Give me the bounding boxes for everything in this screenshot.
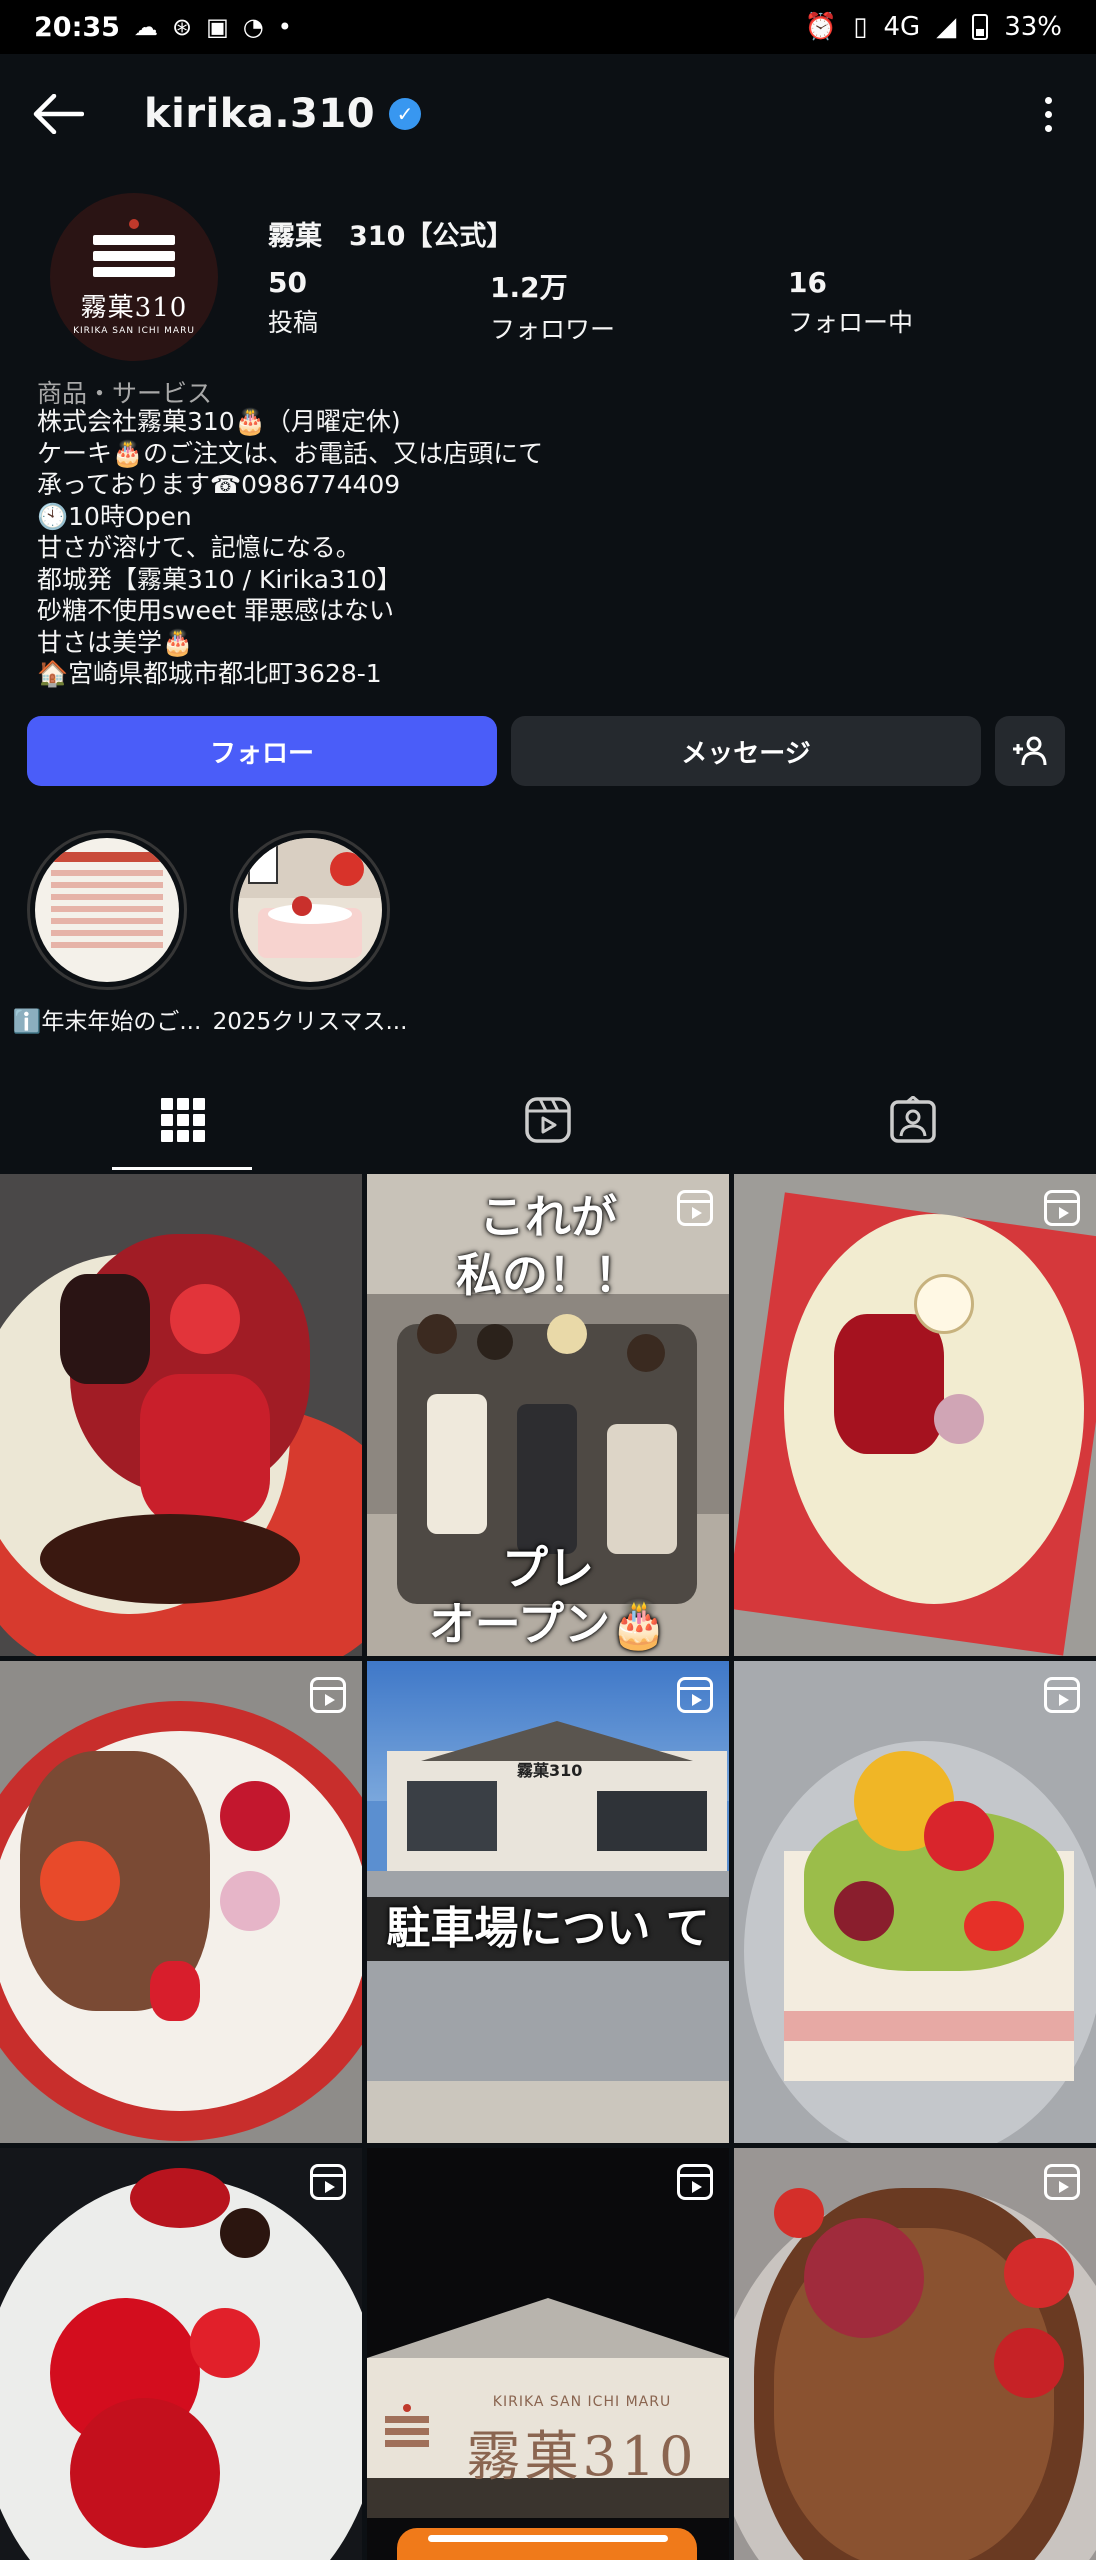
following-stat[interactable]: 16 フォロー中 xyxy=(788,266,913,346)
followers-stat[interactable]: 1.2万 フォロワー xyxy=(490,266,788,346)
post-tile[interactable] xyxy=(0,1661,362,2143)
shop-sign: 霧菓310 xyxy=(466,2425,698,2488)
home-indicator[interactable] xyxy=(428,2535,668,2542)
profile-category: 商品・サービス xyxy=(37,379,213,408)
post-tile[interactable] xyxy=(734,1661,1096,2143)
reel-icon xyxy=(1044,2164,1080,2200)
tab-tagged[interactable] xyxy=(731,1070,1096,1170)
reel-icon xyxy=(677,2164,713,2200)
bio-line: 甘さは美学🎂 xyxy=(37,627,194,657)
post-tile[interactable]: KIRIKA SAN ICHI MARU 霧菓310 xyxy=(367,2148,729,2560)
following-count: 16 xyxy=(788,266,827,299)
profile-stats: 50 投稿 1.2万 フォロワー 16 フォロー中 xyxy=(268,266,1048,346)
tagged-person-icon xyxy=(890,1096,937,1143)
battery-level: 33% xyxy=(1004,12,1062,42)
shop-sign-subtext: KIRIKA SAN ICHI MARU xyxy=(492,2394,672,2410)
bio-line: 🕙10時Open xyxy=(37,501,192,531)
profile-tabs xyxy=(0,1070,1096,1170)
cloud-icon: ☁ xyxy=(133,13,158,41)
grid-icon xyxy=(160,1098,205,1142)
posts-label: 投稿 xyxy=(268,308,319,337)
verified-badge-icon: ✓ xyxy=(389,98,422,130)
cake-logo-icon xyxy=(385,2404,429,2452)
post-overlay-text: プレ オープン🎂 xyxy=(428,1541,668,1651)
network-label: 4G xyxy=(883,12,921,42)
reel-icon xyxy=(310,1677,346,1713)
followers-count: 1.2万 xyxy=(490,271,568,304)
profile-header: kirika.310 ✓ xyxy=(0,54,1096,174)
bio-line: 株式会社霧菓310🎂（月曜定休) xyxy=(37,407,401,436)
following-label: フォロー中 xyxy=(788,308,914,337)
profile-bio: 株式会社霧菓310🎂（月曜定休) ケーキ🎂のご注文は、お電話、又は店頭にて 承っ… xyxy=(37,406,543,690)
bio-line: 砂糖不使用sweet 罪悪感はない xyxy=(37,596,394,625)
followers-label: フォロワー xyxy=(490,315,616,344)
bus-icon: ▣ xyxy=(206,13,229,41)
status-time: 20:35 xyxy=(34,11,120,43)
reel-icon xyxy=(1044,1677,1080,1713)
bio-line: ケーキ🎂のご注文は、お電話、又は店頭にて xyxy=(37,438,544,468)
alarm-icon: ⏰ xyxy=(804,12,838,42)
post-tile[interactable] xyxy=(734,2148,1096,2560)
add-person-icon xyxy=(1013,736,1047,766)
highlight-item[interactable]: ℹ️年末年始のご... xyxy=(7,830,207,1036)
more-options-button[interactable] xyxy=(1028,84,1068,144)
posts-stat[interactable]: 50 投稿 xyxy=(268,266,490,346)
posts-count: 50 xyxy=(268,266,307,299)
vibrate-icon: ▯ xyxy=(853,12,868,42)
reel-icon xyxy=(310,2164,346,2200)
post-tile[interactable]: これが 私の！！ プレ オープン🎂 xyxy=(367,1174,729,1656)
highlight-cover xyxy=(35,838,179,982)
highlight-cover xyxy=(238,838,382,982)
follow-button[interactable]: フォロー xyxy=(27,716,497,786)
story-highlights: ℹ️年末年始のご... 2025クリスマス... xyxy=(0,830,1096,1035)
post-overlay-text: これが 私の！！ xyxy=(456,1190,640,1302)
bio-line: 承っております☎0986774409 xyxy=(37,470,401,499)
highlight-item[interactable]: 2025クリスマス... xyxy=(210,830,410,1036)
tab-reels[interactable] xyxy=(365,1070,730,1170)
highlight-label: 2025クリスマス... xyxy=(212,1009,408,1035)
arrow-left-icon xyxy=(33,94,84,134)
highlight-label: ℹ️年末年始のご... xyxy=(12,1009,202,1035)
post-overlay-text: 駐車場につい て xyxy=(386,1903,710,1954)
app-icon: ⊛ xyxy=(171,13,193,41)
display-name: 霧菓 310【公式】 xyxy=(268,221,514,252)
bio-line: 🏠宮崎県都城市都北町3628-1 xyxy=(37,659,382,688)
post-tile[interactable]: 霧菓310 駐車場につい て xyxy=(367,1661,729,2143)
battery-icon xyxy=(972,14,989,40)
signal-icon: ◢ xyxy=(936,12,957,42)
avatar-logo-subtext: KIRIKA SAN ICHI MARU xyxy=(73,325,195,336)
reel-icon xyxy=(677,1677,713,1713)
bio-line: 甘さが溶けて、記憶になる。 xyxy=(37,533,361,562)
post-tile[interactable] xyxy=(734,1174,1096,1656)
wifi-icon: ◔ xyxy=(242,13,264,41)
reels-icon xyxy=(525,1097,571,1143)
avatar[interactable]: 霧菓310 KIRIKA SAN ICHI MARU xyxy=(50,193,218,361)
posts-grid: これが 私の！！ プレ オープン🎂 霧菓310 駐車場につい て KIRIKA … xyxy=(0,1174,1096,2560)
tab-posts[interactable] xyxy=(0,1070,365,1170)
dot-icon: • xyxy=(277,13,292,41)
status-bar: 20:35 ☁ ⊛ ▣ ◔ • ⏰ ▯ 4G ◢ 33% xyxy=(0,0,1096,54)
message-button[interactable]: メッセージ xyxy=(511,716,981,786)
add-user-button[interactable] xyxy=(995,716,1065,786)
username: kirika.310 xyxy=(144,91,376,137)
back-button[interactable] xyxy=(28,84,88,144)
post-tile[interactable] xyxy=(0,1174,362,1656)
building-sign: 霧菓310 xyxy=(517,1761,583,1780)
bio-line: 都城発【霧菓310 / Kirika310】 xyxy=(37,564,402,594)
post-tile[interactable] xyxy=(0,2148,362,2560)
profile-actions: フォロー メッセージ xyxy=(27,716,1069,786)
avatar-logo-text: 霧菓310 xyxy=(80,292,188,323)
reel-icon xyxy=(1044,1190,1080,1226)
cake-logo-icon xyxy=(89,218,179,279)
